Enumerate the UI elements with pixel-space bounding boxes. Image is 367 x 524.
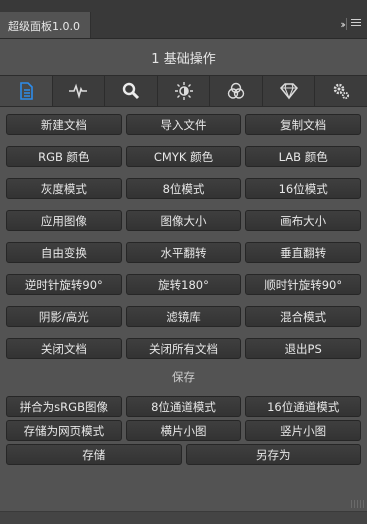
collapse-icon[interactable]: ›› — [340, 18, 346, 31]
rgb-color-button[interactable]: RGB 颜色 — [6, 146, 122, 167]
tab-brightness[interactable] — [158, 76, 211, 106]
rotate-180-button[interactable]: 旋转180° — [125, 274, 242, 295]
save-button[interactable]: 存储 — [6, 444, 182, 465]
duplicate-document-button[interactable]: 复制文档 — [245, 114, 362, 135]
button-row: 新建文档 导入文件 复制文档 — [6, 114, 362, 135]
landscape-thumbnail-button[interactable]: 横片小图 — [125, 420, 242, 441]
canvas-size-button[interactable]: 画布大小 — [245, 210, 362, 231]
cmyk-color-button[interactable]: CMYK 颜色 — [125, 146, 242, 167]
rotate-cw-90-button[interactable]: 顺时针旋转90° — [245, 274, 362, 295]
panel-titlebar: 超级面板1.0.0 ›› — [0, 0, 367, 39]
8bit-mode-button[interactable]: 8位模式 — [125, 178, 242, 199]
panel-menu-icon[interactable] — [351, 19, 361, 27]
button-row: RGB 颜色 CMYK 颜色 LAB 颜色 — [6, 146, 362, 167]
panel-footer — [0, 511, 367, 524]
close-all-documents-button[interactable]: 关闭所有文档 — [125, 338, 242, 359]
gears-icon — [333, 83, 350, 100]
category-toolbar — [0, 75, 367, 107]
resize-grip-icon[interactable] — [351, 500, 365, 508]
save-section-label: 保存 — [172, 370, 195, 384]
magnifier-icon — [122, 82, 139, 100]
flatten-srgb-button[interactable]: 拼合为sRGB图像 — [6, 396, 122, 417]
16bit-mode-button[interactable]: 16位模式 — [245, 178, 362, 199]
button-row: 逆时针旋转90° 旋转180° 顺时针旋转90° — [6, 274, 362, 295]
tab-diamond[interactable] — [263, 76, 316, 106]
brightness-icon — [174, 82, 193, 100]
lab-color-button[interactable]: LAB 颜色 — [245, 146, 362, 167]
shadows-highlights-button[interactable]: 阴影/高光 — [6, 306, 122, 327]
button-row: 阴影/高光 滤镜库 混合模式 — [6, 306, 362, 327]
button-row: 关闭文档 关闭所有文档 退出PS — [6, 338, 362, 359]
page-title: 1 基础操作 — [151, 52, 216, 67]
button-row: 灰度模式 8位模式 16位模式 — [6, 178, 362, 199]
close-document-button[interactable]: 关闭文档 — [6, 338, 122, 359]
button-row: 存储为网页模式 横片小图 竖片小图 — [6, 420, 362, 441]
divider — [346, 18, 347, 30]
tab-waveform[interactable] — [53, 76, 106, 106]
flip-vertical-button[interactable]: 垂直翻转 — [245, 242, 362, 263]
new-document-button[interactable]: 新建文档 — [6, 114, 122, 135]
flip-horizontal-button[interactable]: 水平翻转 — [125, 242, 242, 263]
save-for-web-button[interactable]: 存储为网页模式 — [6, 420, 122, 441]
tab-color[interactable] — [210, 76, 263, 106]
tab-document[interactable] — [0, 76, 53, 106]
rotate-ccw-90-button[interactable]: 逆时针旋转90° — [6, 274, 122, 295]
tab-settings[interactable] — [315, 76, 367, 106]
waveform-icon — [69, 83, 88, 99]
button-row: 自由变换 水平翻转 垂直翻转 — [6, 242, 362, 263]
filter-gallery-button[interactable]: 滤镜库 — [125, 306, 242, 327]
8bit-channel-button[interactable]: 8位通道模式 — [125, 396, 242, 417]
blend-mode-button[interactable]: 混合模式 — [245, 306, 362, 327]
color-circles-icon — [227, 82, 245, 99]
button-row: 存储 另存为 — [6, 444, 361, 465]
panel-tab[interactable]: 超级面板1.0.0 — [0, 12, 91, 38]
save-as-button[interactable]: 另存为 — [185, 444, 361, 465]
tab-search[interactable] — [105, 76, 158, 106]
16bit-channel-button[interactable]: 16位通道模式 — [245, 396, 362, 417]
button-row: 应用图像 图像大小 画布大小 — [6, 210, 362, 231]
grayscale-mode-button[interactable]: 灰度模式 — [6, 178, 122, 199]
document-icon — [19, 82, 33, 100]
apply-image-button[interactable]: 应用图像 — [6, 210, 122, 231]
free-transform-button[interactable]: 自由变换 — [6, 242, 122, 263]
button-row: 拼合为sRGB图像 8位通道模式 16位通道模式 — [6, 396, 362, 417]
diamond-icon — [279, 83, 298, 100]
exit-ps-button[interactable]: 退出PS — [245, 338, 362, 359]
portrait-thumbnail-button[interactable]: 竖片小图 — [245, 420, 362, 441]
import-file-button[interactable]: 导入文件 — [125, 114, 242, 135]
image-size-button[interactable]: 图像大小 — [125, 210, 242, 231]
